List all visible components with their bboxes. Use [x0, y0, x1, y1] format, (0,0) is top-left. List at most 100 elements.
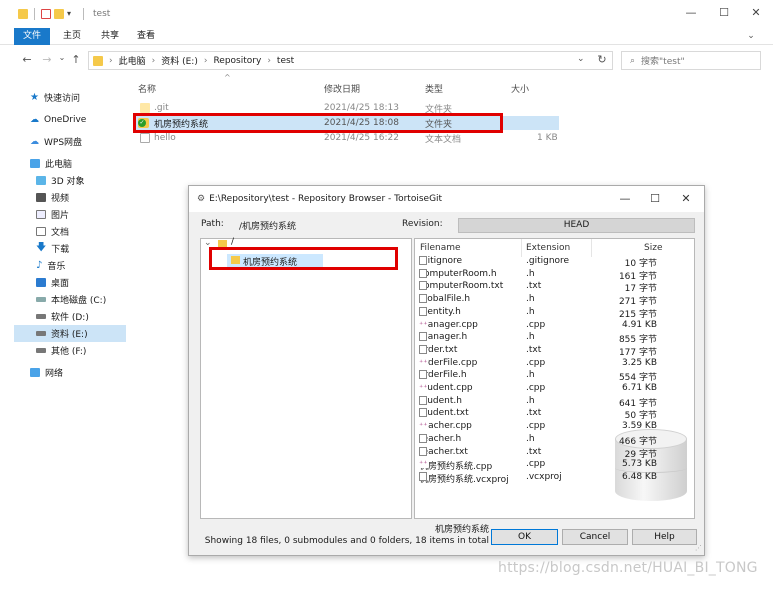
- file-list-row[interactable]: computerRoom.h .h 161 字节: [415, 268, 694, 282]
- maximize-button[interactable]: ☐: [709, 6, 739, 19]
- chevron-right-icon[interactable]: ›: [152, 56, 156, 66]
- revision-button[interactable]: HEAD: [458, 218, 695, 233]
- minimize-button[interactable]: —: [676, 6, 706, 19]
- file-list-row[interactable]: .gitignore .gitignore 10 字节: [415, 256, 694, 269]
- chevron-right-icon[interactable]: ›: [267, 56, 271, 66]
- file-list-name: student.txt: [419, 408, 469, 418]
- file-list-extension: .txt: [526, 408, 542, 419]
- nav-this-pc[interactable]: 此电脑: [14, 155, 126, 172]
- tab-file[interactable]: 文件: [14, 28, 50, 45]
- computer-icon: [30, 159, 40, 168]
- resize-grip-icon[interactable]: ⋰: [695, 544, 702, 552]
- cube-icon: [36, 176, 46, 185]
- column-header-extension[interactable]: Extension: [526, 243, 570, 253]
- nav-drive-c[interactable]: 本地磁盘 (C:): [14, 291, 126, 308]
- nav-music[interactable]: ♪ 音乐: [14, 257, 126, 274]
- file-list-size: 5.73 KB: [622, 459, 657, 470]
- nav-network[interactable]: 网络: [14, 364, 126, 381]
- cancel-button[interactable]: Cancel: [562, 529, 628, 545]
- column-divider[interactable]: [521, 239, 522, 257]
- nav-pictures[interactable]: 图片: [14, 206, 126, 223]
- breadcrumb-this-pc[interactable]: 此电脑: [119, 54, 146, 67]
- help-button[interactable]: Help: [632, 529, 697, 545]
- nav-desktop[interactable]: 桌面: [14, 274, 126, 291]
- text-file-icon: [419, 294, 427, 304]
- column-header-date[interactable]: 修改日期: [324, 82, 360, 95]
- folder-icon[interactable]: [18, 9, 28, 19]
- file-list-row[interactable]: ⁺⁺ manager.cpp .cpp 4.91 KB: [415, 319, 694, 333]
- file-list-row[interactable]: 机房预约系统.vcxproj .vcxproj 6.48 KB: [415, 471, 694, 485]
- folder-tree[interactable]: ⌄ / 机房预约系统: [200, 237, 412, 519]
- file-list[interactable]: ^ Filename Extension Size .gitignore .git…: [414, 238, 695, 519]
- column-divider[interactable]: [591, 239, 592, 257]
- nav-drive-d[interactable]: 软件 (D:): [14, 308, 126, 325]
- dialog-maximize-button[interactable]: ☐: [642, 192, 668, 205]
- column-header-filename[interactable]: Filename: [420, 243, 461, 253]
- file-list-row[interactable]: order.txt .txt 177 字节: [415, 344, 694, 358]
- file-list-row[interactable]: globalFile.h .h 271 字节: [415, 294, 694, 307]
- close-button[interactable]: ✕: [741, 6, 771, 19]
- column-header-name[interactable]: 名称: [138, 82, 156, 95]
- expand-ribbon-icon[interactable]: ⌄: [744, 28, 758, 45]
- column-header-type[interactable]: 类型: [425, 82, 443, 95]
- tab-view[interactable]: 查看: [132, 28, 160, 45]
- column-header-size[interactable]: Size: [644, 243, 662, 253]
- nav-drive-e[interactable]: 资料 (E:): [14, 325, 126, 342]
- address-dropdown-icon[interactable]: ⌄: [577, 54, 585, 64]
- up-arrow-icon[interactable]: ↑: [69, 53, 83, 67]
- new-folder-icon[interactable]: [54, 9, 64, 19]
- ok-button[interactable]: OK: [491, 529, 558, 545]
- nav-quick-access[interactable]: ★ 快速访问: [14, 89, 126, 106]
- back-arrow-icon[interactable]: ←: [20, 53, 34, 67]
- file-list-row[interactable]: ⁺⁺ teacher.cpp .cpp 3.59 KB: [415, 421, 694, 434]
- forward-arrow-icon[interactable]: →: [40, 53, 54, 67]
- column-header-size[interactable]: 大小: [511, 82, 529, 95]
- nav-drive-f[interactable]: 其他 (F:): [14, 342, 126, 359]
- file-list-row[interactable]: teacher.h .h 466 字节: [415, 433, 694, 447]
- nav-label: 软件 (D:): [51, 313, 89, 323]
- nav-videos[interactable]: 视频: [14, 189, 126, 206]
- nav-wps-drive[interactable]: ☁ WPS网盘: [14, 133, 126, 150]
- chevron-right-icon[interactable]: ›: [204, 56, 208, 66]
- dialog-minimize-button[interactable]: —: [612, 192, 638, 205]
- file-list-row[interactable]: teacher.txt .txt 29 字节: [415, 446, 694, 460]
- search-input[interactable]: ⌕ 搜索"test": [621, 51, 761, 70]
- chevron-right-icon[interactable]: ›: [109, 56, 113, 66]
- path-label: Path:: [201, 219, 224, 229]
- file-list-row[interactable]: student.txt .txt 50 字节: [415, 408, 694, 421]
- customize-toolbar-icon[interactable]: ▾: [67, 9, 77, 19]
- recent-dropdown-icon[interactable]: ⌄: [55, 53, 69, 67]
- nav-onedrive[interactable]: ☁ OneDrive: [14, 111, 126, 128]
- breadcrumb-drive-e[interactable]: 资料 (E:): [161, 54, 198, 67]
- file-list-row[interactable]: manager.h .h 855 字节: [415, 332, 694, 345]
- file-list-size: 10 字节: [624, 259, 657, 269]
- tab-home[interactable]: 主页: [58, 28, 86, 45]
- nav-downloads[interactable]: 🡇 下载: [14, 240, 126, 257]
- breadcrumb-test[interactable]: test: [277, 56, 294, 66]
- address-bar[interactable]: › 此电脑 › 资料 (E:) › Repository › test ⌄: [88, 51, 613, 70]
- text-file-icon: [140, 133, 150, 143]
- tree-root-label[interactable]: /: [231, 237, 234, 247]
- tab-share[interactable]: 共享: [96, 28, 124, 45]
- file-list-extension: .cpp: [526, 357, 546, 368]
- drive-icon: [36, 348, 46, 353]
- file-list-name: Identity.h: [419, 306, 461, 317]
- file-list-row[interactable]: student.h .h 641 字节: [415, 395, 694, 409]
- properties-icon[interactable]: [41, 9, 51, 19]
- file-list-row[interactable]: ⁺⁺ 机房预约系统.cpp .cpp 5.73 KB: [415, 459, 694, 472]
- file-list-name: computerRoom.txt: [419, 281, 503, 291]
- file-size: 1 KB: [537, 133, 558, 143]
- refresh-icon[interactable]: ↻: [595, 53, 609, 67]
- file-list-row[interactable]: computerRoom.txt .txt 17 字节: [415, 281, 694, 294]
- file-list-size: 215 字节: [618, 309, 657, 320]
- breadcrumb-repository[interactable]: Repository: [213, 56, 261, 66]
- file-list-row[interactable]: Identity.h .h 215 字节: [415, 306, 694, 320]
- file-row-hello[interactable]: hello 2021/4/25 16:22 文本文档 1 KB: [134, 131, 559, 145]
- sort-arrow-icon: ^: [465, 238, 472, 244]
- file-list-row[interactable]: orderFile.h .h 554 字节: [415, 370, 694, 383]
- nav-3d-objects[interactable]: 3D 对象: [14, 172, 126, 189]
- file-list-row[interactable]: ⁺⁺ student.cpp .cpp 6.71 KB: [415, 383, 694, 396]
- nav-documents[interactable]: 文档: [14, 223, 126, 240]
- dialog-close-button[interactable]: ✕: [673, 192, 699, 205]
- file-list-row[interactable]: ⁺⁺ orderFile.cpp .cpp 3.25 KB: [415, 357, 694, 371]
